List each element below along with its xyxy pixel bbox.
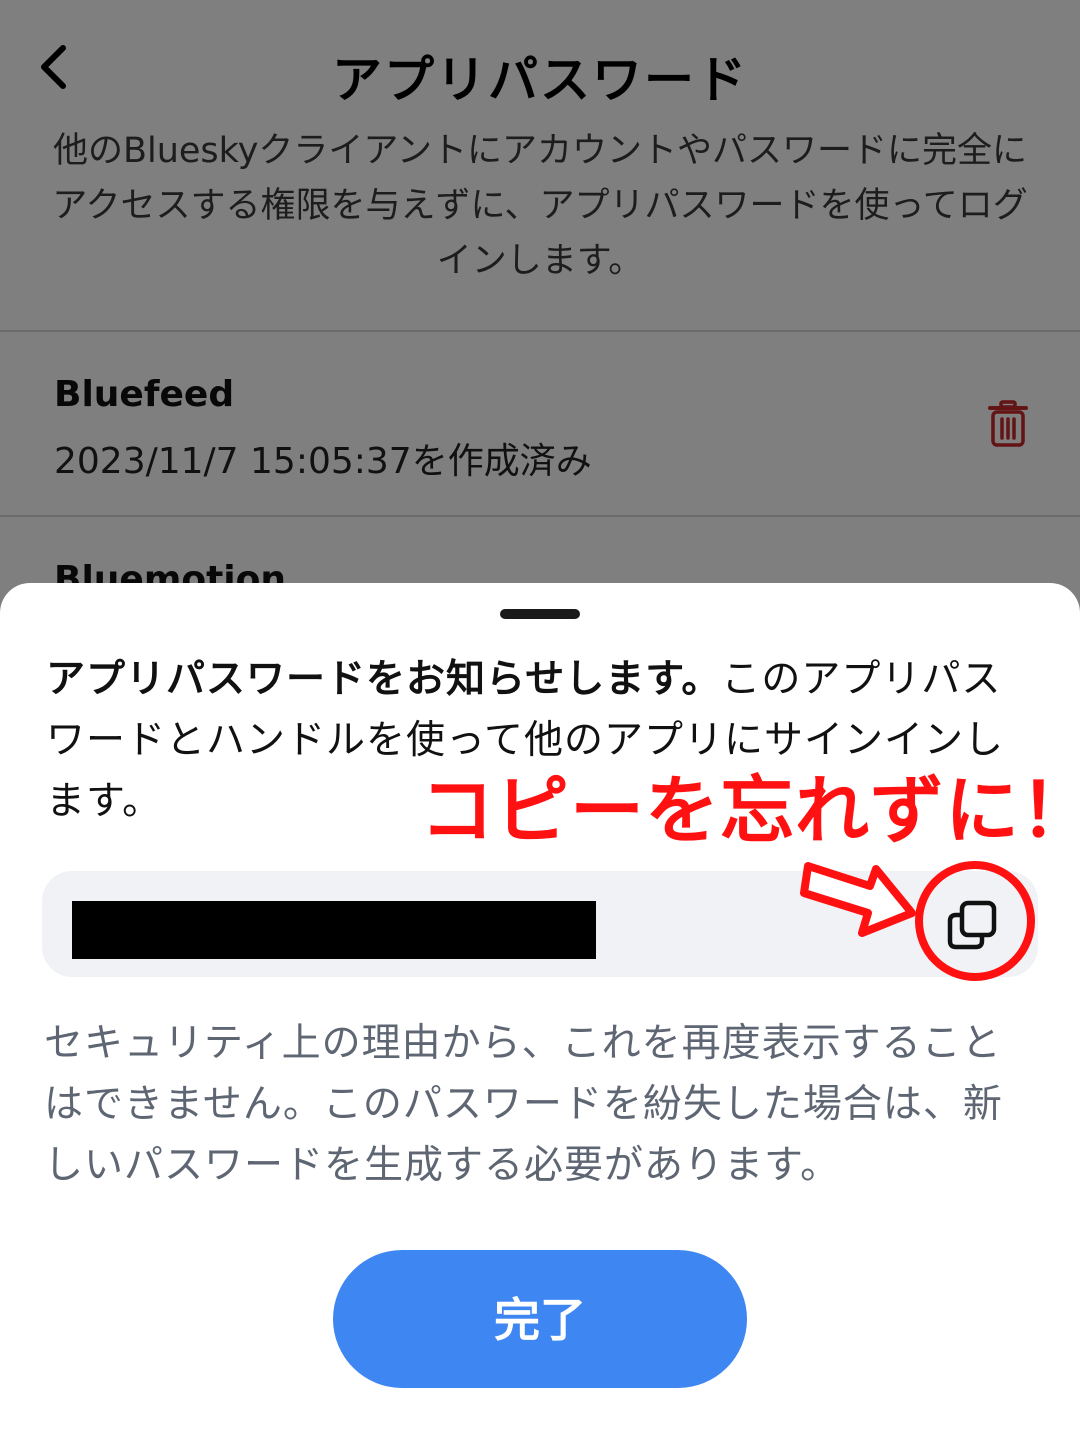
redacted-password-value <box>72 901 596 959</box>
app-password-bottom-sheet: アプリパスワードをお知らせします。このアプリパスワードとハンドルを使って他のアプ… <box>0 583 1080 1445</box>
sheet-intro-bold: アプリパスワードをお知らせします。 <box>46 657 722 702</box>
annotation-text: コピーを忘れずに！ <box>420 768 1080 854</box>
sheet-drag-handle[interactable] <box>500 609 580 619</box>
done-button[interactable]: 完了 <box>333 1250 747 1388</box>
annotation-circle <box>915 861 1035 981</box>
security-warning-text: セキュリティ上の理由から、これを再度表示することはできません。このパスワードを紛… <box>44 1021 1003 1188</box>
annotation-arrow-icon <box>800 841 920 941</box>
